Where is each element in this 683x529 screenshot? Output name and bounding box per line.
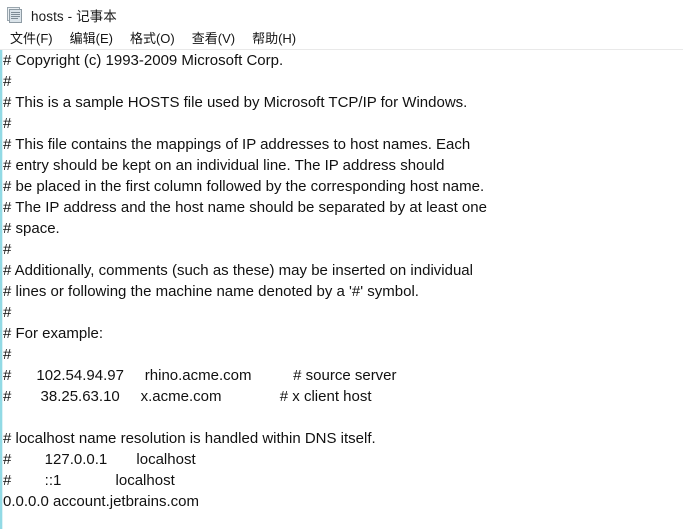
text-line: # bbox=[3, 241, 12, 258]
text-line: # lines or following the machine name de… bbox=[3, 283, 419, 300]
text-line: # bbox=[3, 304, 12, 321]
text-line: # This file contains the mappings of IP … bbox=[3, 136, 471, 153]
notepad-window: hosts - 记事本 文件(F) 编辑(E) 格式(O) 查看(V) 帮助(H… bbox=[0, 0, 683, 529]
text-line: # 102.54.94.97 rhino.acme.com # source s… bbox=[3, 367, 397, 384]
text-line: # bbox=[3, 346, 12, 363]
text-line: # Copyright (c) 1993-2009 Microsoft Corp… bbox=[3, 52, 284, 69]
text-line bbox=[3, 407, 681, 428]
text-line: # ::1 localhost bbox=[3, 472, 175, 489]
menu-item-view[interactable]: 查看(V) bbox=[188, 30, 239, 49]
hosts-file-text[interactable]: # Copyright (c) 1993-2009 Microsoft Corp… bbox=[3, 50, 681, 529]
text-line: # The IP address and the host name shoul… bbox=[3, 199, 487, 216]
text-line: # For example: bbox=[3, 325, 104, 342]
title-bar: hosts - 记事本 bbox=[0, 0, 683, 29]
menu-item-edit[interactable]: 编辑(E) bbox=[66, 30, 117, 49]
menu-item-format[interactable]: 格式(O) bbox=[126, 30, 179, 49]
text-line: # space. bbox=[3, 220, 60, 237]
text-line: # Additionally, comments (such as these)… bbox=[3, 262, 473, 279]
notepad-document-icon bbox=[7, 7, 22, 23]
text-line: # bbox=[3, 115, 12, 132]
text-line: # entry should be kept on an individual … bbox=[3, 157, 445, 174]
text-line: 0.0.0.0 account.jetbrains.com bbox=[3, 493, 199, 510]
text-line: # bbox=[3, 73, 12, 90]
window-title: hosts - 记事本 bbox=[31, 8, 117, 24]
text-line: # This is a sample HOSTS file used by Mi… bbox=[3, 94, 468, 111]
menu-item-file[interactable]: 文件(F) bbox=[6, 30, 57, 49]
menu-bar: 文件(F) 编辑(E) 格式(O) 查看(V) 帮助(H) bbox=[0, 29, 683, 50]
text-line: # localhost name resolution is handled w… bbox=[3, 430, 376, 447]
text-line: # 127.0.0.1 localhost bbox=[3, 451, 196, 468]
text-line: # be placed in the first column followed… bbox=[3, 178, 485, 195]
menu-item-help[interactable]: 帮助(H) bbox=[248, 30, 300, 49]
editor-area[interactable]: # Copyright (c) 1993-2009 Microsoft Corp… bbox=[0, 50, 683, 529]
text-line: # 38.25.63.10 x.acme.com # x client host bbox=[3, 388, 372, 405]
